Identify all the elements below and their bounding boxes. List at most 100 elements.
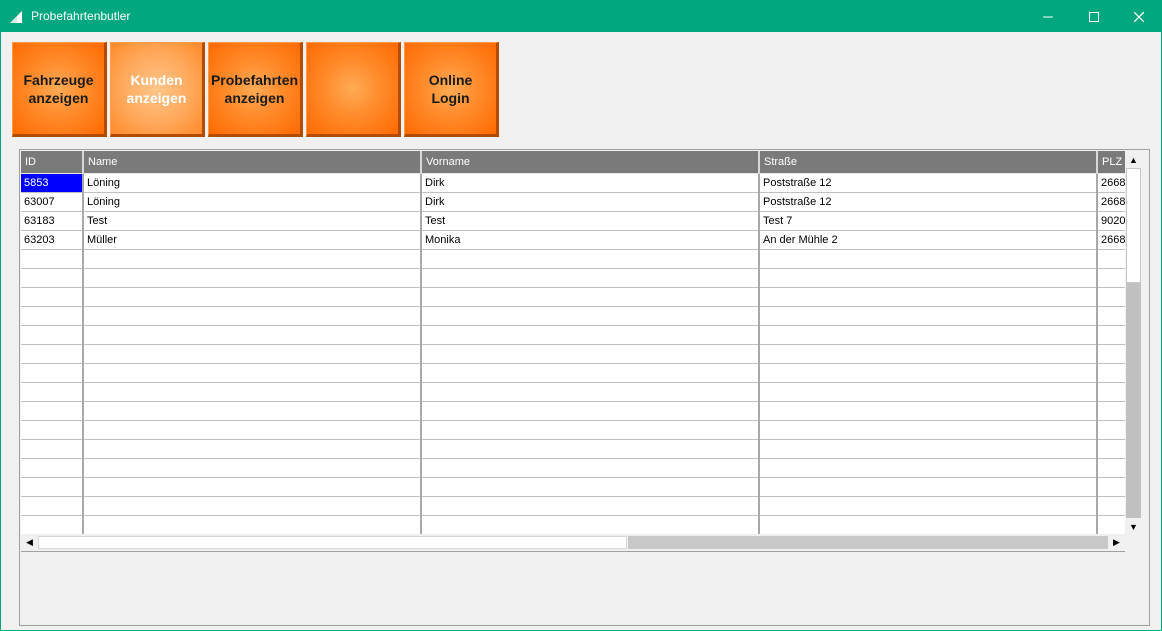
empty-table-row[interactable] — [21, 477, 1125, 497]
empty-cell[interactable] — [1097, 249, 1125, 269]
vertical-scroll-track[interactable] — [1126, 283, 1141, 518]
empty-cell[interactable] — [759, 249, 1098, 269]
table-row[interactable]: 63203 Müller Monika An der Mühle 2 2668 — [21, 230, 1125, 250]
cell-id[interactable]: 5853 — [21, 173, 84, 193]
empty-cell[interactable] — [21, 344, 84, 364]
empty-cell[interactable] — [759, 515, 1098, 535]
empty-cell[interactable] — [759, 344, 1098, 364]
minimize-button[interactable] — [1025, 1, 1071, 32]
grid-viewport[interactable]: ID Name Vorname Straße PLZ 5853 Löning D… — [21, 151, 1125, 536]
empty-cell[interactable] — [83, 268, 422, 288]
close-button[interactable] — [1116, 1, 1162, 32]
empty-cell[interactable] — [83, 249, 422, 269]
empty-table-row[interactable] — [21, 420, 1125, 440]
empty-cell[interactable] — [759, 439, 1098, 459]
empty-cell[interactable] — [759, 477, 1098, 497]
scroll-right-arrow-icon[interactable]: ▶ — [1108, 534, 1125, 551]
cell-name[interactable]: Löning — [83, 192, 422, 212]
empty-cell[interactable] — [759, 401, 1098, 421]
vehicles-button[interactable]: Fahrzeuge anzeigen — [12, 42, 107, 137]
empty-cell[interactable] — [421, 458, 760, 478]
table-row[interactable]: 63007 Löning Dirk Poststraße 12 2668 — [21, 192, 1125, 212]
cell-plz[interactable]: 2668 — [1097, 173, 1125, 193]
empty-table-row[interactable] — [21, 439, 1125, 459]
empty-table-row[interactable] — [21, 515, 1125, 535]
table-row[interactable]: 5853 Löning Dirk Poststraße 12 2668 — [21, 173, 1125, 193]
maximize-button[interactable] — [1071, 1, 1117, 32]
empty-cell[interactable] — [21, 439, 84, 459]
empty-cell[interactable] — [21, 458, 84, 478]
column-header-vorname[interactable]: Vorname — [421, 151, 760, 174]
cell-plz[interactable]: 9020 — [1097, 211, 1125, 231]
empty-cell[interactable] — [21, 515, 84, 535]
cell-vorname[interactable]: Monika — [421, 230, 760, 250]
column-header-plz[interactable]: PLZ — [1097, 151, 1125, 174]
empty-cell[interactable] — [1097, 382, 1125, 402]
empty-cell[interactable] — [1097, 287, 1125, 307]
customers-button[interactable]: Kunden anzeigen — [110, 42, 205, 137]
horizontal-scrollbar[interactable]: ◀ ▶ — [21, 534, 1125, 551]
empty-table-row[interactable] — [21, 306, 1125, 326]
empty-cell[interactable] — [21, 325, 84, 345]
online-login-button[interactable]: Online Login — [404, 42, 499, 137]
empty-cell[interactable] — [1097, 344, 1125, 364]
empty-cell[interactable] — [21, 287, 84, 307]
empty-cell[interactable] — [759, 287, 1098, 307]
empty-cell[interactable] — [1097, 439, 1125, 459]
empty-cell[interactable] — [21, 496, 84, 516]
scroll-down-arrow-icon[interactable]: ▼ — [1125, 518, 1142, 535]
empty-table-row[interactable] — [21, 496, 1125, 516]
empty-cell[interactable] — [759, 268, 1098, 288]
empty-cell[interactable] — [759, 306, 1098, 326]
empty-cell[interactable] — [83, 306, 422, 326]
empty-cell[interactable] — [83, 496, 422, 516]
empty-cell[interactable] — [421, 344, 760, 364]
cell-id[interactable]: 63183 — [21, 211, 84, 231]
cell-id[interactable]: 63203 — [21, 230, 84, 250]
column-header-strasse[interactable]: Straße — [759, 151, 1098, 174]
empty-cell[interactable] — [759, 420, 1098, 440]
cell-strasse[interactable]: Test 7 — [759, 211, 1098, 231]
cell-vorname[interactable]: Dirk — [421, 173, 760, 193]
empty-table-row[interactable] — [21, 458, 1125, 478]
empty-cell[interactable] — [421, 382, 760, 402]
empty-cell[interactable] — [421, 496, 760, 516]
empty-cell[interactable] — [1097, 515, 1125, 535]
scroll-left-arrow-icon[interactable]: ◀ — [21, 534, 38, 551]
vertical-scrollbar[interactable]: ▲ ▼ — [1125, 151, 1142, 535]
cell-name[interactable]: Müller — [83, 230, 422, 250]
empty-table-row[interactable] — [21, 344, 1125, 364]
empty-table-row[interactable] — [21, 401, 1125, 421]
empty-cell[interactable] — [421, 306, 760, 326]
empty-cell[interactable] — [21, 401, 84, 421]
empty-cell[interactable] — [421, 249, 760, 269]
empty-cell[interactable] — [421, 363, 760, 383]
empty-cell[interactable] — [1097, 458, 1125, 478]
empty-table-row[interactable] — [21, 363, 1125, 383]
empty-cell[interactable] — [1097, 420, 1125, 440]
empty-cell[interactable] — [83, 325, 422, 345]
horizontal-scroll-track[interactable] — [38, 536, 627, 549]
empty-cell[interactable] — [21, 363, 84, 383]
empty-cell[interactable] — [1097, 401, 1125, 421]
empty-cell[interactable] — [83, 477, 422, 497]
horizontal-scroll-thumb[interactable] — [628, 536, 1108, 549]
cell-name[interactable]: Test — [83, 211, 422, 231]
customer-table[interactable]: ID Name Vorname Straße PLZ 5853 Löning D… — [21, 151, 1125, 536]
cell-id[interactable]: 63007 — [21, 192, 84, 212]
empty-cell[interactable] — [421, 287, 760, 307]
empty-table-row[interactable] — [21, 287, 1125, 307]
data-grid[interactable]: ID Name Vorname Straße PLZ 5853 Löning D… — [19, 149, 1150, 626]
empty-cell[interactable] — [759, 363, 1098, 383]
empty-cell[interactable] — [1097, 477, 1125, 497]
empty-cell[interactable] — [21, 249, 84, 269]
empty-cell[interactable] — [83, 420, 422, 440]
empty-cell[interactable] — [421, 439, 760, 459]
empty-cell[interactable] — [83, 439, 422, 459]
title-bar[interactable]: Probefahrtenbutler — [1, 1, 1161, 32]
empty-cell[interactable] — [1097, 306, 1125, 326]
empty-cell[interactable] — [1097, 363, 1125, 383]
cell-vorname[interactable]: Test — [421, 211, 760, 231]
cell-plz[interactable]: 2668 — [1097, 230, 1125, 250]
cell-plz[interactable]: 2668 — [1097, 192, 1125, 212]
